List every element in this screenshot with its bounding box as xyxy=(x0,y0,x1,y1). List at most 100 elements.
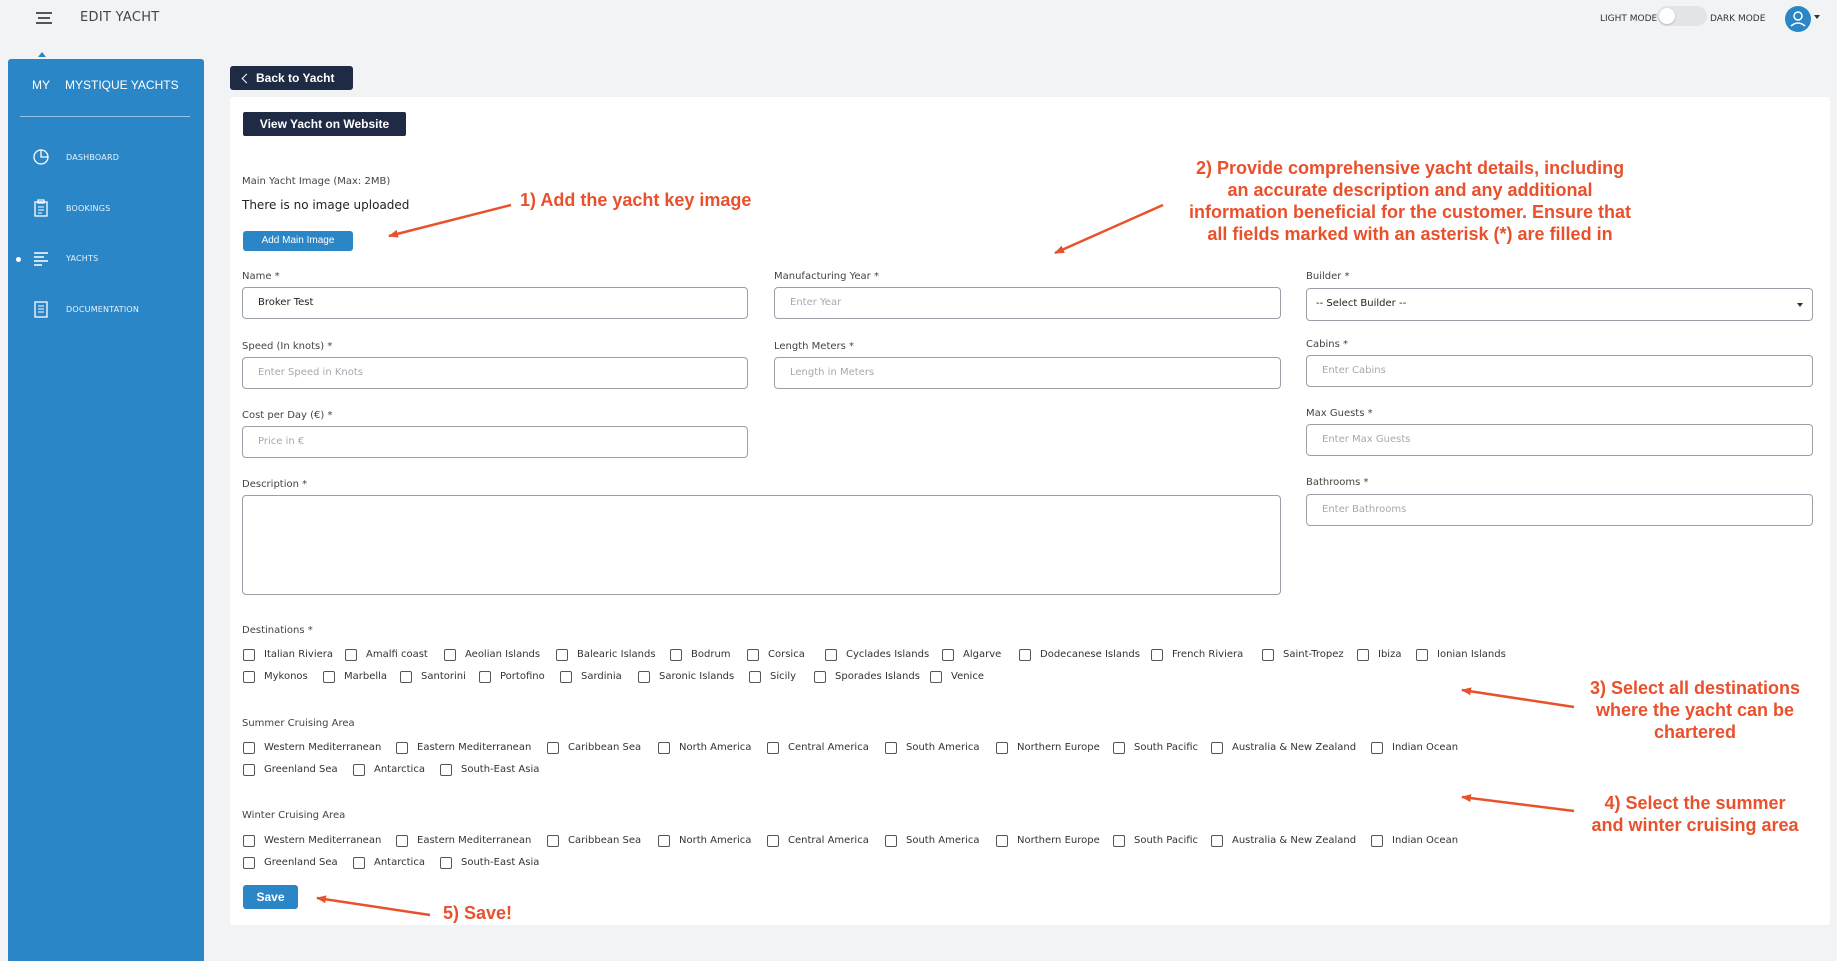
brand-name[interactable]: MYSTIQUE YACHTS xyxy=(65,78,179,92)
winter-area-label[interactable]: Western Mediterranean xyxy=(264,835,381,846)
summer-area-checkbox[interactable] xyxy=(996,742,1008,754)
winter-area-label[interactable]: Eastern Mediterranean xyxy=(417,835,531,846)
destination-label[interactable]: Algarve xyxy=(963,649,1001,660)
summer-area-label[interactable]: South Pacific xyxy=(1134,742,1198,753)
destination-checkbox[interactable] xyxy=(942,649,954,661)
summer-area-checkbox[interactable] xyxy=(658,742,670,754)
destination-label[interactable]: Sardinia xyxy=(581,671,622,682)
winter-area-label[interactable]: South-East Asia xyxy=(461,857,539,868)
summer-area-checkbox[interactable] xyxy=(767,742,779,754)
chevron-down-icon[interactable] xyxy=(1814,15,1820,19)
destination-label[interactable]: Santorini xyxy=(421,671,466,682)
summer-area-label[interactable]: North America xyxy=(679,742,751,753)
winter-area-checkbox[interactable] xyxy=(440,857,452,869)
destination-label[interactable]: Amalfi coast xyxy=(366,649,428,660)
destination-checkbox[interactable] xyxy=(638,671,650,683)
destination-label[interactable]: French Riviera xyxy=(1172,649,1243,660)
destination-checkbox[interactable] xyxy=(400,671,412,683)
summer-area-label[interactable]: Northern Europe xyxy=(1017,742,1100,753)
destination-label[interactable]: Sicily xyxy=(770,671,796,682)
destination-checkbox[interactable] xyxy=(930,671,942,683)
destination-label[interactable]: Dodecanese Islands xyxy=(1040,649,1140,660)
user-avatar-icon[interactable] xyxy=(1785,6,1811,32)
summer-area-checkbox[interactable] xyxy=(885,742,897,754)
destination-checkbox[interactable] xyxy=(1151,649,1163,661)
summer-area-label[interactable]: Caribbean Sea xyxy=(568,742,641,753)
winter-area-label[interactable]: Antarctica xyxy=(374,857,425,868)
length-input[interactable]: Length in Meters xyxy=(774,357,1281,389)
summer-area-checkbox[interactable] xyxy=(243,742,255,754)
destination-label[interactable]: Corsica xyxy=(768,649,805,660)
speed-input[interactable]: Enter Speed in Knots xyxy=(242,357,748,389)
summer-area-checkbox[interactable] xyxy=(353,764,365,776)
summer-area-checkbox[interactable] xyxy=(547,742,559,754)
winter-area-label[interactable]: Caribbean Sea xyxy=(568,835,641,846)
destination-checkbox[interactable] xyxy=(814,671,826,683)
destination-checkbox[interactable] xyxy=(825,649,837,661)
destination-checkbox[interactable] xyxy=(345,649,357,661)
destination-checkbox[interactable] xyxy=(556,649,568,661)
winter-area-checkbox[interactable] xyxy=(243,835,255,847)
winter-area-checkbox[interactable] xyxy=(885,835,897,847)
winter-area-label[interactable]: Indian Ocean xyxy=(1392,835,1458,846)
destination-label[interactable]: Saronic Islands xyxy=(659,671,734,682)
destination-label[interactable]: Aeolian Islands xyxy=(465,649,540,660)
summer-area-label[interactable]: Indian Ocean xyxy=(1392,742,1458,753)
winter-area-label[interactable]: South America xyxy=(906,835,980,846)
destination-label[interactable]: Ionian Islands xyxy=(1437,649,1506,660)
destination-label[interactable]: Balearic Islands xyxy=(577,649,656,660)
sidebar-item-yachts[interactable]: YACHTS xyxy=(8,245,204,273)
winter-area-label[interactable]: Greenland Sea xyxy=(264,857,338,868)
guests-input[interactable]: Enter Max Guests xyxy=(1306,424,1813,456)
destination-checkbox[interactable] xyxy=(560,671,572,683)
destination-checkbox[interactable] xyxy=(323,671,335,683)
sidebar-item-dashboard[interactable]: DASHBOARD xyxy=(8,144,204,172)
destination-checkbox[interactable] xyxy=(479,671,491,683)
summer-area-checkbox[interactable] xyxy=(1113,742,1125,754)
summer-area-label[interactable]: South-East Asia xyxy=(461,764,539,775)
summer-area-checkbox[interactable] xyxy=(1371,742,1383,754)
winter-area-label[interactable]: Central America xyxy=(788,835,869,846)
winter-area-label[interactable]: Northern Europe xyxy=(1017,835,1100,846)
save-button[interactable]: Save xyxy=(243,885,298,909)
winter-area-checkbox[interactable] xyxy=(396,835,408,847)
destination-label[interactable]: Marbella xyxy=(344,671,387,682)
destination-label[interactable]: Bodrum xyxy=(691,649,731,660)
destination-checkbox[interactable] xyxy=(670,649,682,661)
summer-area-checkbox[interactable] xyxy=(243,764,255,776)
winter-area-checkbox[interactable] xyxy=(1113,835,1125,847)
summer-area-checkbox[interactable] xyxy=(396,742,408,754)
destination-checkbox[interactable] xyxy=(444,649,456,661)
destination-label[interactable]: Italian Riviera xyxy=(264,649,333,660)
winter-area-checkbox[interactable] xyxy=(243,857,255,869)
builder-select[interactable]: -- Select Builder -- xyxy=(1306,288,1813,321)
winter-area-checkbox[interactable] xyxy=(1371,835,1383,847)
winter-area-checkbox[interactable] xyxy=(353,857,365,869)
destination-checkbox[interactable] xyxy=(747,649,759,661)
destination-label[interactable]: Ibiza xyxy=(1378,649,1401,660)
sidebar-item-bookings[interactable]: BOOKINGS xyxy=(8,195,204,223)
add-main-image-button[interactable]: Add Main Image xyxy=(243,231,353,251)
destination-checkbox[interactable] xyxy=(243,649,255,661)
winter-area-checkbox[interactable] xyxy=(658,835,670,847)
winter-area-label[interactable]: North America xyxy=(679,835,751,846)
winter-area-checkbox[interactable] xyxy=(996,835,1008,847)
destination-label[interactable]: Sporades Islands xyxy=(835,671,920,682)
bathrooms-input[interactable]: Enter Bathrooms xyxy=(1306,494,1813,526)
summer-area-label[interactable]: Eastern Mediterranean xyxy=(417,742,531,753)
destination-label[interactable]: Cyclades Islands xyxy=(846,649,929,660)
back-button[interactable]: Back to Yacht xyxy=(230,66,353,90)
sidebar-item-documentation[interactable]: DOCUMENTATION xyxy=(8,296,204,324)
cabins-input[interactable]: Enter Cabins xyxy=(1306,355,1813,387)
destination-checkbox[interactable] xyxy=(1416,649,1428,661)
destination-label[interactable]: Portofino xyxy=(500,671,545,682)
destination-label[interactable]: Mykonos xyxy=(264,671,308,682)
destination-checkbox[interactable] xyxy=(1262,649,1274,661)
summer-area-label[interactable]: Western Mediterranean xyxy=(264,742,381,753)
destination-checkbox[interactable] xyxy=(749,671,761,683)
description-textarea[interactable] xyxy=(242,495,1281,595)
winter-area-label[interactable]: South Pacific xyxy=(1134,835,1198,846)
summer-area-label[interactable]: Australia & New Zealand xyxy=(1232,742,1356,753)
summer-area-label[interactable]: Antarctica xyxy=(374,764,425,775)
winter-area-checkbox[interactable] xyxy=(547,835,559,847)
